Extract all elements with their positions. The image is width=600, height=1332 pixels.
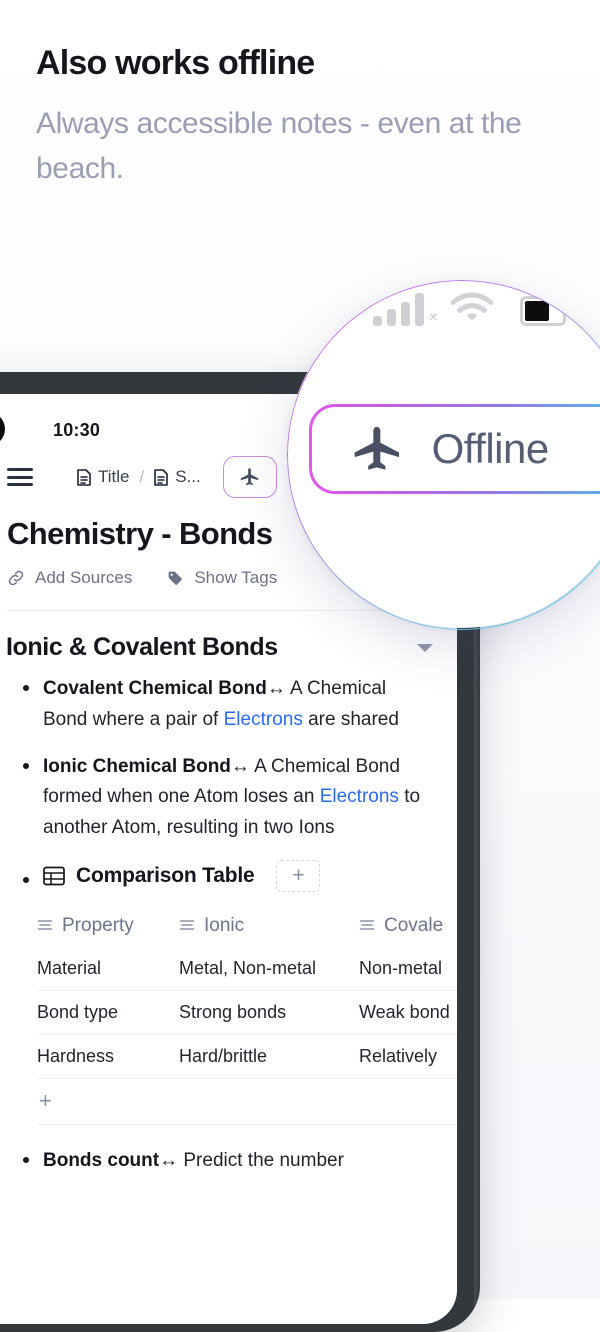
table-header-cell[interactable]: Covale — [359, 904, 457, 948]
add-row-button[interactable]: + — [37, 1090, 52, 1112]
table-cell[interactable]: Weak bond — [359, 990, 457, 1035]
breadcrumb-item-section[interactable]: S... — [154, 467, 201, 487]
list-bullet-icon — [23, 877, 29, 884]
breadcrumb-label: Title — [98, 467, 130, 486]
document-icon — [154, 468, 169, 486]
text-column-icon — [359, 920, 375, 931]
table-cell[interactable]: Metal, Non-metal — [179, 947, 359, 991]
airplane-icon — [354, 426, 399, 470]
breadcrumb-item-title[interactable]: Title — [77, 467, 130, 487]
airplane-icon — [240, 468, 258, 486]
text-column-icon — [37, 920, 53, 931]
section-content: Covalent Chemical Bond↔ A Chemical Bond … — [0, 662, 457, 1177]
table-bottom-border — [37, 1124, 457, 1126]
table-header-row: Property Ionic Covale — [37, 904, 457, 948]
section-heading: Ionic & Covalent Bonds — [6, 633, 278, 661]
section-heading-row: Ionic & Covalent Bonds — [0, 611, 457, 662]
table-cell[interactable]: Strong bonds — [179, 990, 359, 1035]
document-icon — [77, 468, 91, 486]
link-icon — [8, 570, 24, 586]
show-tags-label: Show Tags — [194, 568, 278, 587]
list-item[interactable]: Ionic Chemical Bond↔ A Chemical Bond for… — [23, 752, 457, 844]
magnified-status-icons: × — [373, 292, 570, 326]
signal-disabled-badge: × — [428, 309, 438, 326]
table-header-label: Ionic — [204, 914, 245, 936]
table-block-header: Comparison Table + — [23, 859, 457, 892]
wifi-icon — [450, 292, 494, 326]
list-item-description: Predict the number — [178, 1150, 344, 1172]
list-bullet-icon — [23, 762, 29, 769]
table-row[interactable]: Bond type Strong bonds Weak bond — [37, 990, 457, 1035]
page-title: Also works offline — [36, 44, 315, 82]
bidirectional-arrow-icon: ↔ — [266, 678, 286, 699]
list-bullet-icon — [23, 1157, 29, 1164]
list-item-text: Covalent Chemical Bond↔ A Chemical Bond … — [43, 674, 435, 736]
signal-bars-icon: × — [373, 293, 438, 326]
list-item[interactable]: Covalent Chemical Bond↔ A Chemical Bond … — [23, 674, 457, 736]
table-cell[interactable]: Material — [37, 947, 179, 991]
inline-link-electrons[interactable]: Electrons — [320, 786, 399, 807]
chevron-down-icon[interactable] — [417, 643, 433, 652]
show-tags-button[interactable]: Show Tags — [166, 568, 277, 588]
add-sources-label: Add Sources — [35, 568, 133, 587]
bidirectional-arrow-icon: ↔ — [230, 755, 250, 777]
list-bullet-icon — [23, 685, 29, 691]
table-icon — [43, 866, 65, 886]
bidirectional-arrow-icon: ↔ — [159, 1150, 179, 1172]
list-item-text: Bonds count↔ Predict the number — [43, 1146, 344, 1177]
table-row[interactable]: Hardness Hard/brittle Relatively — [37, 1034, 457, 1079]
tag-icon — [168, 571, 183, 585]
battery-icon — [520, 296, 570, 326]
status-clock: 10:30 — [53, 420, 101, 440]
add-row-cell[interactable]: + — [37, 1078, 457, 1125]
table-cell[interactable]: Hardness — [37, 1034, 179, 1079]
text-column-icon — [179, 920, 195, 931]
breadcrumb-separator: / — [139, 467, 145, 486]
offline-status-button[interactable] — [222, 456, 277, 498]
table-add-row[interactable]: + — [37, 1078, 457, 1125]
term-label: Covalent Chemical Bond — [43, 678, 267, 699]
inline-link-electrons[interactable]: Electrons — [224, 709, 303, 730]
term-label: Bonds count — [43, 1150, 160, 1172]
offline-indicator-pill[interactable]: Offline — [309, 404, 600, 494]
promo-section: Also works offline Always accessible not… — [36, 44, 556, 191]
comparison-table-wrapper: Property Ionic Covale Material Metal, No… — [37, 904, 457, 1125]
table-title: Comparison Table — [76, 863, 255, 887]
offline-label: Offline — [431, 425, 550, 472]
table-cell[interactable]: Hard/brittle — [179, 1034, 359, 1079]
text-after-link: are shared — [302, 708, 399, 730]
comparison-table: Property Ionic Covale Material Metal, No… — [37, 904, 457, 1125]
table-cell[interactable]: Non-metal — [359, 947, 457, 991]
camera-punch-hole-icon — [0, 412, 5, 446]
hamburger-menu-icon[interactable] — [7, 468, 33, 486]
breadcrumb-label: S... — [175, 467, 201, 486]
term-label: Ionic Chemical Bond — [43, 755, 231, 777]
table-cell[interactable]: Relatively — [359, 1034, 457, 1079]
table-row[interactable]: Material Metal, Non-metal Non-metal — [37, 947, 457, 991]
table-header-label: Covale — [384, 914, 444, 936]
breadcrumb: Title / S... — [77, 467, 201, 487]
list-item[interactable]: Bonds count↔ Predict the number — [23, 1146, 457, 1177]
list-item-text: Ionic Chemical Bond↔ A Chemical Bond for… — [43, 752, 435, 844]
page-subtitle: Always accessible notes - even at the be… — [36, 107, 522, 186]
add-column-button[interactable]: + — [276, 859, 321, 892]
table-header-cell[interactable]: Property — [37, 904, 179, 948]
add-sources-button[interactable]: Add Sources — [7, 568, 132, 588]
table-header-cell[interactable]: Ionic — [179, 904, 359, 948]
table-header-label: Property — [62, 914, 134, 936]
table-cell[interactable]: Bond type — [37, 990, 179, 1035]
